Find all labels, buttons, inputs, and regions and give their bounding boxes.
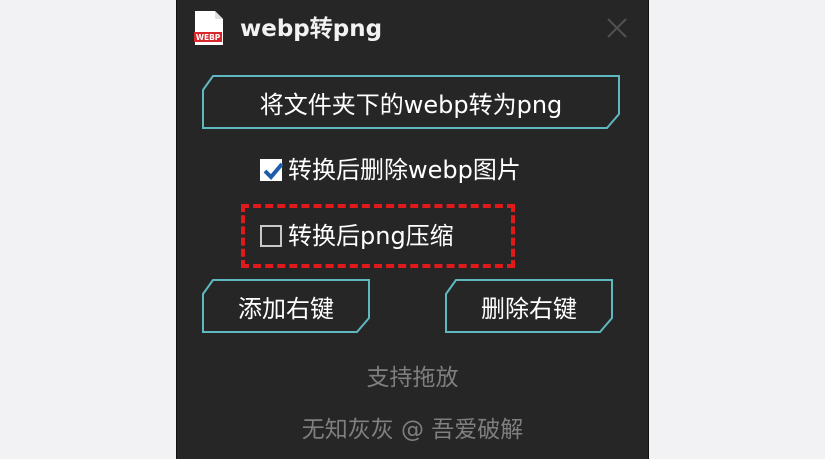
remove-context-menu-label: 删除右键: [481, 294, 577, 323]
close-icon: [607, 18, 627, 38]
checkmark-icon: [263, 162, 284, 180]
remove-context-menu-button[interactable]: 删除右键: [442, 278, 616, 334]
drag-drop-hint: 支持拖放: [366, 365, 459, 391]
webp-file-icon: WEBP: [193, 10, 225, 46]
convert-folder-button[interactable]: 将文件夹下的webp转为png: [199, 74, 623, 130]
window-title: webp转png: [240, 16, 383, 42]
delete-webp-label: 转换后删除webp图片: [288, 156, 521, 184]
convert-folder-label: 将文件夹下的webp转为png: [259, 90, 563, 119]
compress-png-checkbox[interactable]: [260, 225, 282, 247]
app-window: WEBP webp转png 将文件夹下的webp转为png 转换后删除webp图…: [176, 0, 649, 459]
close-button[interactable]: [603, 14, 631, 42]
author-credit: 无知灰灰 @ 吾爱破解: [301, 417, 524, 443]
compress-png-label: 转换后png压缩: [288, 222, 454, 250]
add-context-menu-button[interactable]: 添加右键: [199, 278, 373, 334]
compress-png-option[interactable]: 转换后png压缩: [260, 221, 454, 251]
delete-webp-checkbox[interactable]: [260, 159, 284, 181]
add-context-menu-label: 添加右键: [238, 294, 334, 323]
svg-text:WEBP: WEBP: [196, 33, 221, 42]
delete-webp-option[interactable]: 转换后删除webp图片: [260, 155, 521, 185]
